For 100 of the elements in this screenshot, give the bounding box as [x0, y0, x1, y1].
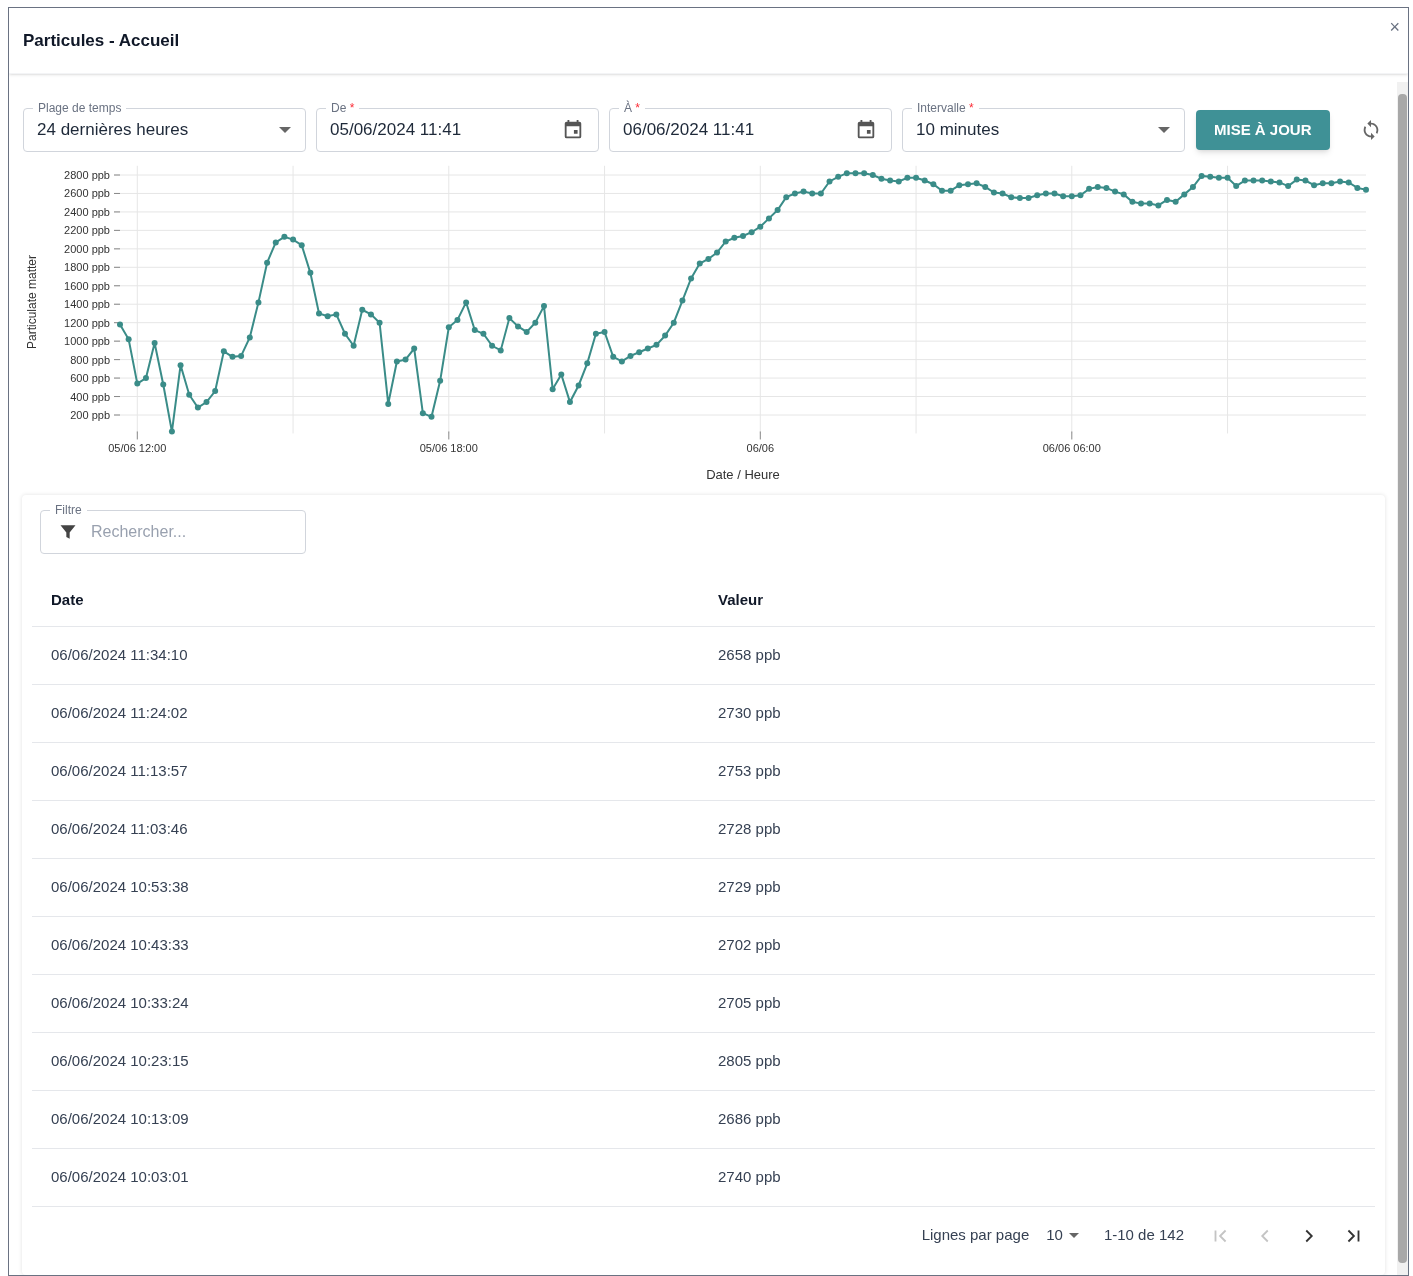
- x-tick-label: 05/06 18:00: [419, 442, 478, 455]
- table-cell: 06/06/2024 10:43:33: [32, 916, 718, 974]
- data-point: [714, 249, 721, 256]
- data-point: [722, 238, 729, 245]
- data-point: [1164, 196, 1170, 203]
- data-point: [419, 410, 426, 417]
- data-point: [558, 371, 565, 378]
- data-point: [463, 299, 470, 306]
- data-point: [999, 190, 1006, 197]
- data-point: [385, 400, 392, 407]
- data-point: [549, 386, 556, 393]
- data-point: [168, 428, 175, 435]
- data-point: [1025, 195, 1032, 202]
- page-range: 1-10 de 142: [1103, 1225, 1184, 1246]
- y-tick-label: 200 ppb: [70, 409, 110, 421]
- table-cell: 2730 ppb: [718, 684, 1375, 742]
- table-cell: 06/06/2024 11:03:46: [32, 800, 718, 858]
- data-point: [1155, 202, 1162, 209]
- data-point: [1224, 174, 1231, 181]
- data-point: [1077, 192, 1084, 199]
- y-tick-label: 800 ppb: [70, 353, 110, 366]
- y-tick-label: 2800 ppb: [64, 169, 110, 181]
- table-cell: 06/06/2024 10:13:09: [32, 1090, 718, 1148]
- data-point: [376, 319, 383, 326]
- data-point: [878, 175, 885, 182]
- data-point: [679, 297, 686, 304]
- dialog-title: Particules - Accueil: [23, 30, 180, 52]
- data-point: [125, 336, 132, 343]
- data-point: [731, 234, 738, 241]
- data-point: [454, 316, 461, 323]
- scrollbar[interactable]: [1397, 82, 1408, 1275]
- data-point: [203, 399, 210, 406]
- page-size-select[interactable]: 10: [1046, 1224, 1079, 1247]
- data-point: [774, 207, 781, 214]
- y-tick-label: 600 ppb: [70, 372, 110, 385]
- y-tick-label: 1800 ppb: [64, 261, 110, 274]
- dropdown-caret-icon[interactable]: [279, 127, 291, 133]
- table-cell: 06/06/2024 10:33:24: [32, 974, 718, 1032]
- data-point: [627, 352, 634, 359]
- y-tick-label: 2600 ppb: [64, 187, 110, 200]
- data-point: [177, 362, 184, 369]
- calendar-icon[interactable]: [562, 119, 584, 141]
- table-cell: 2740 ppb: [718, 1148, 1375, 1206]
- data-point: [973, 180, 980, 187]
- data-point: [1250, 177, 1257, 184]
- y-tick-label: 1600 ppb: [64, 279, 110, 292]
- update-button[interactable]: MISE À JOUR: [1196, 110, 1330, 150]
- data-point: [653, 341, 660, 348]
- data-point: [748, 229, 755, 236]
- data-point: [333, 311, 340, 318]
- data-point: [480, 330, 487, 337]
- table-cell: 06/06/2024 10:23:15: [32, 1032, 718, 1090]
- data-point: [212, 388, 219, 394]
- data-point: [670, 319, 677, 326]
- rows-per-page-label: Lignes par page: [921, 1225, 1030, 1246]
- data-point: [428, 413, 435, 420]
- table-cell: 2729 ppb: [718, 858, 1375, 916]
- data-point: [229, 353, 236, 360]
- filter-icon: [58, 522, 78, 542]
- data-point: [939, 187, 945, 194]
- data-point: [584, 360, 591, 367]
- data-point: [532, 319, 539, 326]
- data-point: [341, 330, 348, 337]
- column-header: Valeur: [718, 574, 1375, 626]
- data-point: [705, 256, 712, 262]
- data-point: [662, 332, 669, 339]
- data-point: [800, 188, 807, 195]
- data-point: [437, 377, 444, 384]
- data-point: [1363, 186, 1369, 193]
- data-point: [947, 187, 954, 194]
- data-point: [194, 404, 201, 411]
- table-cell: 06/06/2024 11:34:10: [32, 626, 718, 684]
- table-cell: 2753 ppb: [718, 742, 1375, 800]
- data-point: [272, 239, 279, 246]
- data-point: [1129, 198, 1136, 205]
- data-point: [1276, 179, 1283, 186]
- data-point: [186, 391, 193, 398]
- table-cell: 06/06/2024 10:53:38: [32, 858, 718, 916]
- dropdown-caret-icon[interactable]: [1158, 127, 1170, 133]
- x-axis-title: Date / Heure: [706, 467, 780, 482]
- data-point: [1328, 180, 1335, 187]
- data-point: [411, 345, 418, 352]
- calendar-icon[interactable]: [855, 119, 877, 141]
- data-point: [350, 342, 357, 349]
- y-tick-label: 1000 ppb: [64, 335, 110, 348]
- data-point: [575, 382, 582, 389]
- y-tick-label: 2000 ppb: [64, 242, 110, 255]
- column-header: Date: [32, 574, 718, 626]
- data-point: [264, 259, 271, 266]
- table-cell: 06/06/2024 11:13:57: [32, 742, 718, 800]
- table-cell: 2686 ppb: [718, 1090, 1375, 1148]
- data-point: [566, 399, 573, 406]
- data-point: [220, 348, 227, 355]
- close-button[interactable]: ×: [1389, 18, 1400, 36]
- data-point: [246, 334, 253, 341]
- data-point: [1172, 198, 1179, 205]
- data-point: [1354, 184, 1361, 191]
- data-point: [307, 269, 314, 276]
- data-point: [1051, 190, 1058, 197]
- data-point: [826, 178, 833, 185]
